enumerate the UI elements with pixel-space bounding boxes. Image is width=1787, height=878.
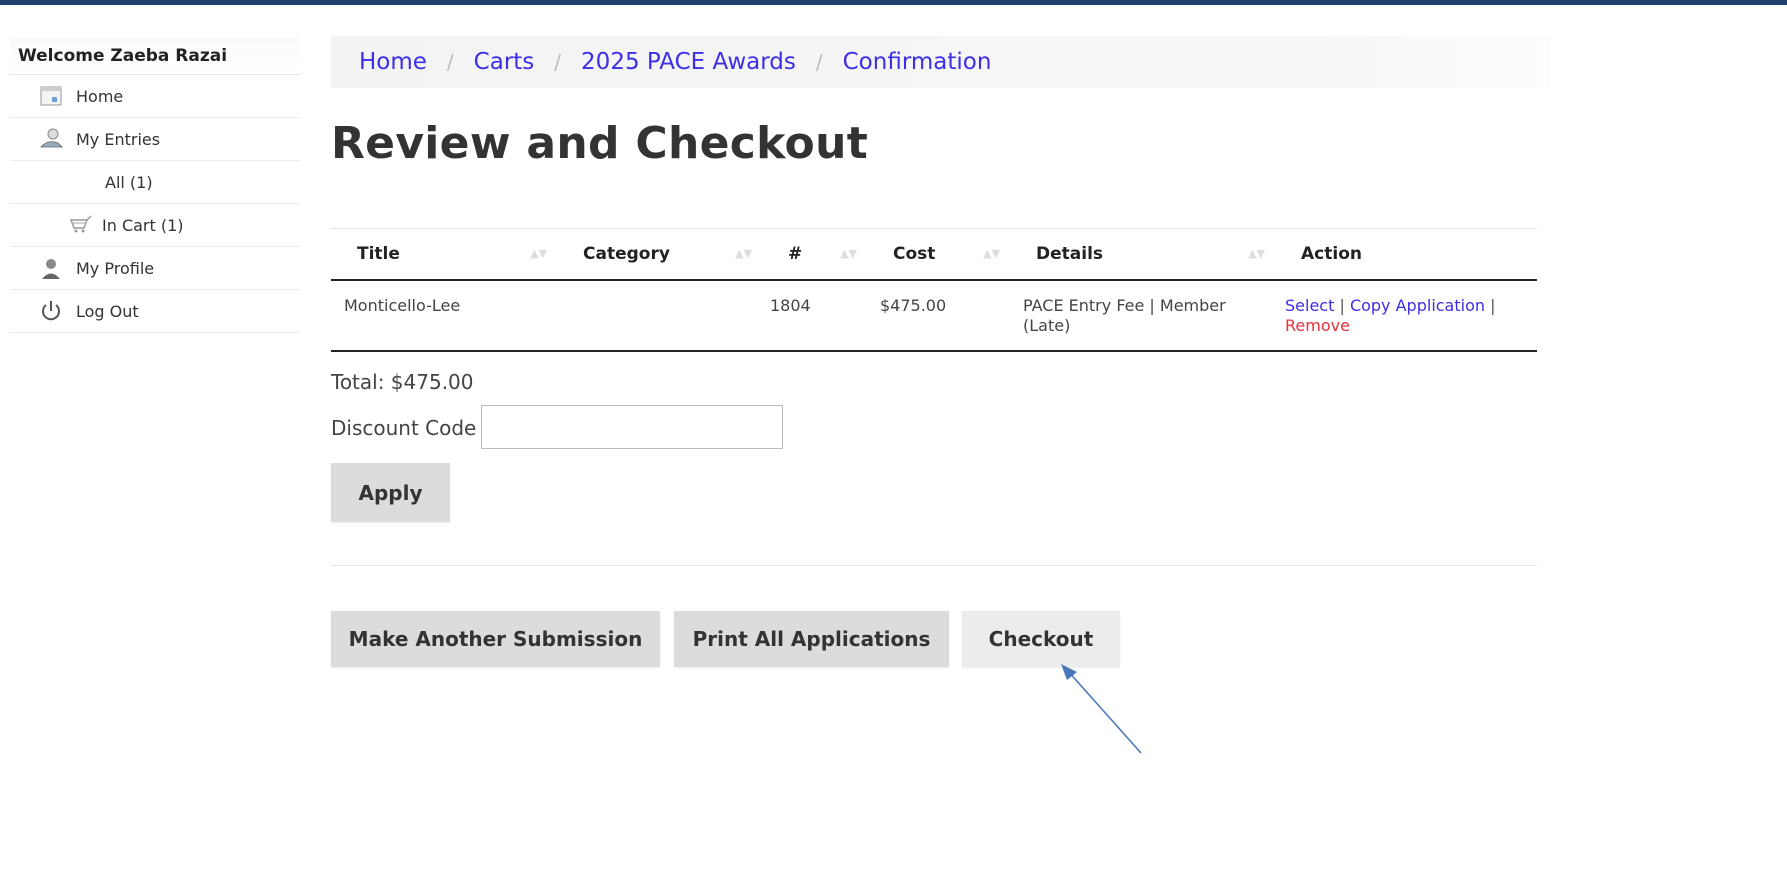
discount-code-label: Discount Code: [331, 416, 477, 440]
column-header-category[interactable]: Category ▲▼: [557, 228, 762, 281]
column-header-action: Action: [1275, 228, 1537, 281]
checkout-button[interactable]: Checkout: [962, 611, 1120, 667]
sidebar-item-label: In Cart (1): [102, 215, 184, 235]
apply-button[interactable]: Apply: [331, 463, 450, 522]
sidebar: Welcome Zaeba Razai Home My Entries All …: [10, 38, 300, 333]
cell-title: Monticello-Lee: [331, 280, 557, 352]
print-all-applications-button[interactable]: Print All Applications: [674, 611, 949, 667]
column-header-number[interactable]: # ▲▼: [762, 228, 867, 281]
cell-category: [557, 280, 762, 352]
select-link[interactable]: Select: [1285, 296, 1334, 315]
cell-cost: $475.00: [867, 280, 1010, 352]
sort-icon: ▲▼: [1248, 247, 1265, 260]
cart-icon: [68, 213, 94, 237]
sidebar-item-label: My Profile: [76, 258, 155, 278]
discount-code-input[interactable]: [481, 405, 783, 449]
remove-link[interactable]: Remove: [1285, 316, 1350, 335]
sidebar-item-home[interactable]: Home: [10, 75, 300, 118]
breadcrumb-separator: /: [815, 50, 823, 74]
table-row: Monticello-Lee 1804 $475.00 PACE Entry F…: [331, 280, 1537, 352]
sidebar-item-log-out[interactable]: Log Out: [10, 290, 300, 333]
sidebar-item-in-cart[interactable]: In Cart (1): [10, 204, 300, 247]
breadcrumb-awards[interactable]: 2025 PACE Awards: [561, 49, 796, 75]
top-bar: [0, 0, 1787, 5]
make-another-submission-button[interactable]: Make Another Submission: [331, 611, 660, 667]
cell-actions: Select | Copy Application | Remove: [1275, 280, 1537, 352]
breadcrumb: Home / Carts / 2025 PACE Awards / Confir…: [331, 36, 1551, 88]
pointer-arrow-icon: [1061, 664, 1142, 754]
power-icon: [38, 299, 64, 323]
sidebar-item-label: All (1): [105, 172, 153, 192]
sidebar-item-all[interactable]: All (1): [10, 161, 300, 204]
sidebar-item-my-profile[interactable]: My Profile: [10, 247, 300, 290]
sort-icon: ▲▼: [530, 247, 547, 260]
sidebar-item-my-entries[interactable]: My Entries: [10, 118, 300, 161]
page-title: Review and Checkout: [331, 118, 869, 169]
cart-total: Total: $475.00: [331, 370, 474, 394]
column-header-title[interactable]: Title ▲▼: [331, 228, 557, 281]
breadcrumb-confirmation[interactable]: Confirmation: [823, 49, 992, 75]
breadcrumb-home[interactable]: Home: [331, 49, 427, 75]
sidebar-item-label: Log Out: [76, 301, 139, 321]
sidebar-item-label: Home: [76, 86, 124, 106]
cart-table: Title ▲▼ Category ▲▼ # ▲▼ Cost ▲▼ Details ▲▼ …: [331, 228, 1537, 352]
cell-number: 1804: [762, 280, 867, 352]
sort-icon: ▲▼: [735, 247, 752, 260]
entries-icon: [38, 127, 64, 151]
sort-icon: ▲▼: [840, 247, 857, 260]
profile-icon: [38, 256, 64, 280]
sidebar-item-label: My Entries: [76, 129, 161, 149]
divider: [331, 565, 1537, 566]
copy-application-link[interactable]: Copy Application: [1350, 296, 1485, 315]
breadcrumb-separator: /: [446, 50, 454, 74]
cell-details: PACE Entry Fee | Member (Late): [1010, 280, 1275, 352]
breadcrumb-separator: /: [554, 50, 562, 74]
home-icon: [38, 84, 64, 108]
welcome-text: Welcome Zaeba Razai: [10, 38, 300, 75]
sort-icon: ▲▼: [983, 247, 1000, 260]
column-header-cost[interactable]: Cost ▲▼: [867, 228, 1010, 281]
column-header-details[interactable]: Details ▲▼: [1010, 228, 1275, 281]
breadcrumb-carts[interactable]: Carts: [454, 49, 535, 75]
